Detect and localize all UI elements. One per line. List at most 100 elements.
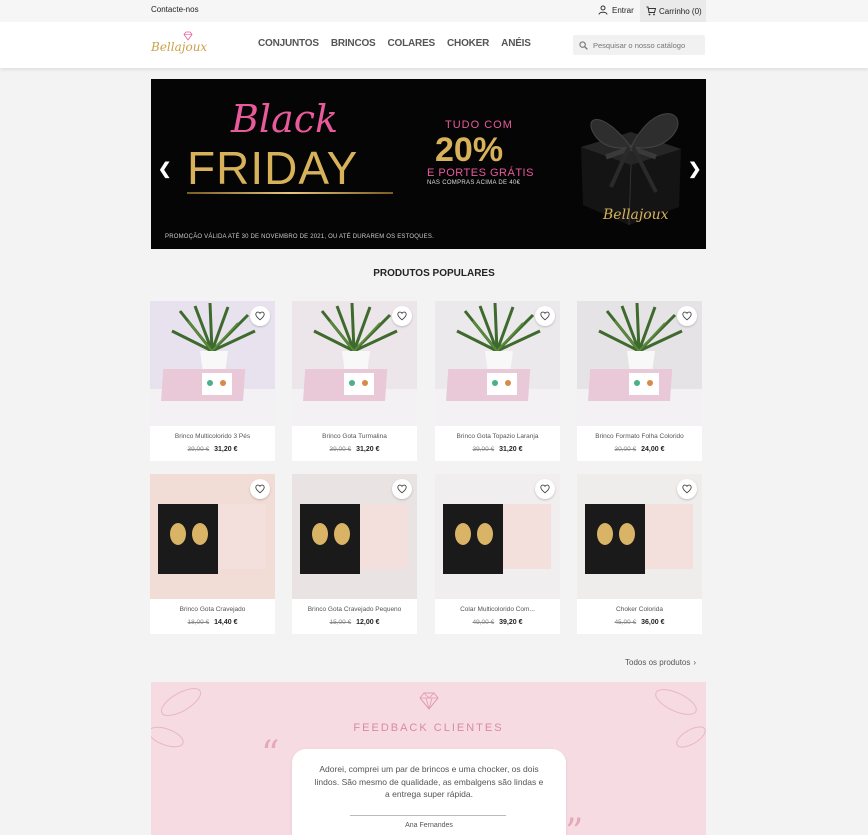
product-name[interactable]: Colar Multicolorido Com...	[435, 606, 560, 613]
site-logo[interactable]: Bellajoux	[151, 31, 207, 59]
nav-choker[interactable]: CHOKER	[447, 38, 489, 49]
product-sale-price: 12,00 €	[356, 619, 380, 626]
nav-aneis[interactable]: ANÉIS	[501, 38, 531, 49]
product-name[interactable]: Brinco Formato Folha Colorido	[577, 433, 702, 440]
wishlist-button[interactable]	[535, 479, 555, 499]
user-icon	[598, 5, 608, 15]
product-sale-price: 36,00 €	[641, 619, 665, 626]
quote-close-icon: ”	[565, 812, 584, 835]
login-link[interactable]: Entrar	[598, 5, 634, 15]
product-card[interactable]: Choker Colorida 45,00 € 36,00 €	[577, 474, 702, 634]
wishlist-button[interactable]	[677, 479, 697, 499]
banner-percent: 20%	[435, 131, 504, 169]
banner-friday-text: FRIDAY	[187, 142, 359, 194]
carousel-next-arrow[interactable]: ❯	[688, 162, 701, 178]
heart-icon	[397, 484, 407, 494]
testimonial-text: Adorei, comprei um par de brincos e uma …	[314, 764, 544, 799]
product-card[interactable]: Brinco Gota Cravejado 18,00 € 14,40 €	[150, 474, 275, 634]
heart-icon	[540, 484, 550, 494]
product-price: 39,00 € 31,20 €	[150, 446, 275, 453]
product-old-price: 49,00 €	[472, 619, 495, 626]
nav-colares[interactable]: COLARES	[388, 38, 436, 49]
cart-icon	[646, 6, 656, 16]
cart-label: Carrinho (0)	[659, 6, 702, 16]
product-price: 39,00 € 31,20 €	[435, 446, 560, 453]
banner-compras: NAS COMPRAS ACIMA DE 40€	[427, 180, 521, 186]
product-sale-price: 31,20 €	[356, 446, 380, 453]
black-friday-banner[interactable]: Black FRIDAY TUDO COM 20% E PORTES GRÁTI…	[151, 79, 706, 249]
feedback-title: FEEDBACK CLIENTES	[353, 722, 504, 734]
product-card[interactable]: Colar Multicolorido Com... 49,00 € 39,20…	[435, 474, 560, 634]
banner-black-text: Black	[231, 97, 339, 141]
product-price: 30,00 € 24,00 €	[577, 446, 702, 453]
product-sale-price: 39,20 €	[499, 619, 523, 626]
testimonial-card: Adorei, comprei um par de brincos e uma …	[292, 749, 566, 835]
login-label: Entrar	[612, 5, 634, 15]
wishlist-button[interactable]	[392, 479, 412, 499]
product-price: 39,00 € 31,20 €	[292, 446, 417, 453]
heart-icon	[682, 311, 692, 321]
nav-brincos[interactable]: BRINCOS	[331, 38, 376, 49]
product-old-price: 39,00 €	[472, 446, 495, 453]
banner-portes: E PORTES GRÁTIS	[427, 167, 534, 179]
quote-open-icon: “	[261, 734, 280, 775]
product-old-price: 45,00 €	[614, 619, 637, 626]
heart-icon	[255, 311, 265, 321]
banner-logo: Bellajoux	[603, 207, 669, 223]
all-products-link[interactable]: Todos os produtos ›	[625, 658, 696, 667]
heart-icon	[682, 484, 692, 494]
main-header: Bellajoux CONJUNTOS BRINCOS COLARES CHOK…	[0, 22, 868, 68]
product-price: 45,00 € 36,00 €	[577, 619, 702, 626]
search-input[interactable]	[593, 40, 703, 50]
product-card[interactable]: Brinco Gota Cravejado Pequeno 15,00 € 12…	[292, 474, 417, 634]
wishlist-button[interactable]	[250, 306, 270, 326]
product-old-price: 39,00 €	[329, 446, 352, 453]
chevron-right-icon: ›	[693, 658, 697, 667]
search-box	[573, 35, 705, 55]
product-name[interactable]: Brinco Multicolorido 3 Pés	[150, 433, 275, 440]
wishlist-button[interactable]	[250, 479, 270, 499]
diamond-icon	[419, 692, 439, 710]
product-old-price: 18,00 €	[187, 619, 210, 626]
carousel-prev-arrow[interactable]: ❮	[158, 162, 171, 178]
heart-icon	[255, 484, 265, 494]
product-sale-price: 14,40 €	[214, 619, 238, 626]
product-old-price: 39,00 €	[187, 446, 210, 453]
product-name[interactable]: Brinco Gota Cravejado Pequeno	[292, 606, 417, 613]
product-name[interactable]: Brinco Gota Cravejado	[150, 606, 275, 613]
product-sale-price: 31,20 €	[214, 446, 238, 453]
product-card[interactable]: Brinco Formato Folha Colorido 30,00 € 24…	[577, 301, 702, 461]
banner-tudo-com: TUDO COM	[445, 119, 513, 131]
product-sale-price: 24,00 €	[641, 446, 665, 453]
product-old-price: 15,00 €	[329, 619, 352, 626]
product-card[interactable]: Brinco Gota Topazio Laranja 39,00 € 31,2…	[435, 301, 560, 461]
product-name[interactable]: Brinco Gota Turmalina	[292, 433, 417, 440]
contact-link[interactable]: Contacte-nos	[151, 5, 199, 14]
popular-products-title: PRODUTOS POPULARES	[373, 268, 495, 279]
main-nav: CONJUNTOS BRINCOS COLARES CHOKER ANÉIS	[258, 38, 543, 49]
wishlist-button[interactable]	[677, 306, 697, 326]
heart-icon	[540, 311, 550, 321]
testimonial-author: Ana Fernandes	[405, 822, 453, 829]
wishlist-button[interactable]	[392, 306, 412, 326]
product-price: 15,00 € 12,00 €	[292, 619, 417, 626]
feedback-section: FEEDBACK CLIENTES “ Adorei, comprei um p…	[151, 682, 706, 835]
product-card[interactable]: Brinco Multicolorido 3 Pés 39,00 € 31,20…	[150, 301, 275, 461]
top-bar: Contacte-nos Entrar Carrinho (0)	[0, 0, 868, 22]
product-old-price: 30,00 €	[614, 446, 637, 453]
banner-underline	[187, 192, 393, 194]
all-products-label: Todos os produtos	[625, 658, 691, 667]
wishlist-button[interactable]	[535, 306, 555, 326]
product-price: 18,00 € 14,40 €	[150, 619, 275, 626]
cart-link[interactable]: Carrinho (0)	[640, 0, 706, 22]
product-card[interactable]: Brinco Gota Turmalina 39,00 € 31,20 €	[292, 301, 417, 461]
heart-icon	[397, 311, 407, 321]
product-name[interactable]: Choker Colorida	[577, 606, 702, 613]
product-name[interactable]: Brinco Gota Topazio Laranja	[435, 433, 560, 440]
nav-conjuntos[interactable]: CONJUNTOS	[258, 38, 319, 49]
search-icon[interactable]	[579, 40, 588, 50]
product-price: 49,00 € 39,20 €	[435, 619, 560, 626]
banner-promo-note: PROMOÇÃO VÁLIDA ATÉ 30 DE NOVEMBRO DE 20…	[165, 234, 434, 240]
product-sale-price: 31,20 €	[499, 446, 523, 453]
logo-text: Bellajoux	[151, 40, 208, 54]
